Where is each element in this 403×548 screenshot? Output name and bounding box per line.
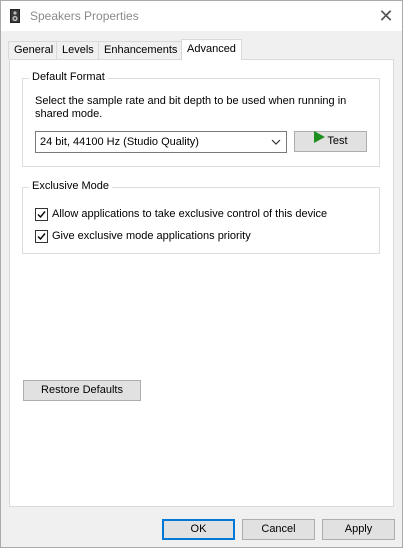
window-title: Speakers Properties (30, 9, 139, 23)
close-button[interactable]: ✕ (370, 1, 402, 31)
exclusive-mode-label: Exclusive Mode (29, 180, 113, 192)
apply-button[interactable]: Apply (322, 519, 395, 540)
speaker-icon (10, 9, 22, 23)
tab-levels[interactable]: Levels (56, 41, 100, 59)
test-button-label: Test (327, 135, 348, 147)
tab-panel-advanced: Default Format Select the sample rate an… (9, 59, 394, 507)
exclusive-priority-checkbox[interactable] (35, 229, 48, 243)
checkmark-icon (37, 232, 46, 240)
checkmark-icon (37, 210, 46, 218)
speakers-properties-dialog: Speakers Properties ✕ General Levels Enh… (0, 0, 403, 548)
play-icon (313, 130, 326, 150)
ok-button[interactable]: OK (162, 519, 235, 540)
allow-exclusive-control-label: Allow applications to take exclusive con… (52, 208, 328, 220)
title-bar: Speakers Properties ✕ (1, 1, 402, 31)
sample-rate-select[interactable]: 24 bit, 44100 Hz (Studio Quality) (35, 131, 287, 153)
tab-general[interactable]: General (8, 41, 60, 59)
default-format-description: Select the sample rate and bit depth to … (35, 95, 347, 120)
close-icon: ✕ (378, 6, 394, 26)
exclusive-priority-label: Give exclusive mode applications priorit… (52, 230, 251, 242)
exclusive-mode-group: Exclusive Mode Allow applications to tak… (22, 180, 380, 254)
allow-exclusive-control-checkbox[interactable] (35, 207, 48, 221)
exclusive-priority-option[interactable]: Give exclusive mode applications priorit… (35, 228, 251, 244)
restore-defaults-button[interactable]: Restore Defaults (23, 380, 141, 401)
cancel-button[interactable]: Cancel (242, 519, 315, 540)
allow-exclusive-control-option[interactable]: Allow applications to take exclusive con… (35, 206, 327, 222)
tab-advanced[interactable]: Advanced (181, 39, 242, 60)
sample-rate-value: 24 bit, 44100 Hz (Studio Quality) (40, 136, 199, 148)
chevron-down-icon (271, 133, 281, 151)
tab-enhancements[interactable]: Enhancements (98, 41, 184, 59)
default-format-group: Default Format Select the sample rate an… (22, 71, 380, 167)
test-button[interactable]: Test (294, 130, 367, 152)
default-format-label: Default Format (29, 71, 108, 83)
